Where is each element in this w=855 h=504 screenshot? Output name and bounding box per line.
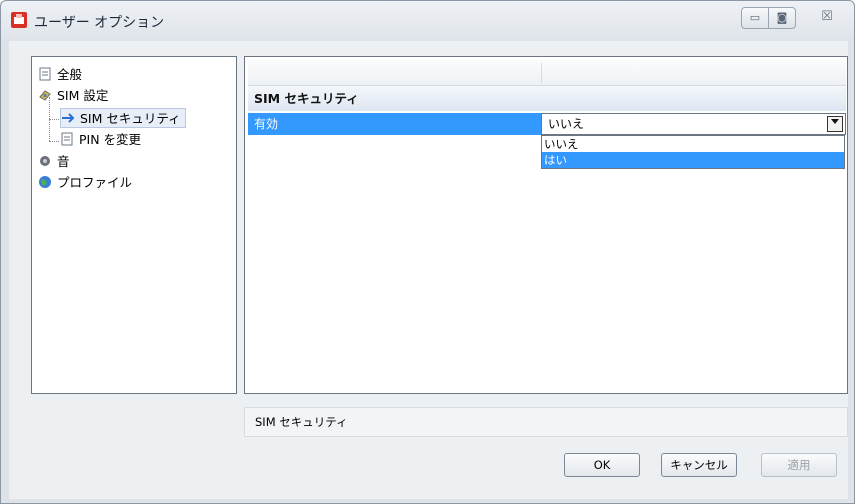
section-header: SIM セキュリティ (248, 86, 846, 111)
title-bar[interactable]: ユーザー オプション ▭ ◙ ☒ (1, 1, 854, 41)
tree-item-label: SIM セキュリティ (80, 111, 181, 126)
tree-item-label: PIN を変更 (79, 132, 142, 147)
column-separator (541, 63, 542, 83)
dropdown-list: いいえ はい (541, 135, 845, 169)
property-value-combobox[interactable]: いいえ (541, 113, 846, 135)
sound-icon (40, 156, 50, 166)
close-button[interactable]: ☒ (807, 7, 847, 29)
tree-item-profile[interactable]: プロファイル (38, 173, 132, 193)
tree-item-sim-settings[interactable]: SIM 設定 (38, 86, 108, 106)
dropdown-option-no[interactable]: いいえ (542, 136, 844, 152)
property-name[interactable]: 有効 (248, 113, 541, 135)
dropdown-option-yes[interactable]: はい (542, 152, 844, 168)
combobox-value: いいえ (548, 117, 585, 131)
window-title: ユーザー オプション (34, 15, 165, 31)
tree-item-general[interactable]: 全般 (38, 65, 82, 85)
tree-connector (49, 119, 59, 120)
arrow-right-icon (62, 113, 75, 123)
sim-card-icon (39, 90, 51, 101)
maximize-button[interactable]: ◙ (768, 7, 796, 29)
document-icon (39, 67, 51, 81)
description-area: SIM セキュリティ (244, 407, 848, 437)
profile-globe-icon (39, 176, 51, 188)
tree-item-label: SIM 設定 (57, 88, 109, 103)
dialog-client-area: 全般 SIM 設定 SIM セキュリティ PIN を変更 音 プロファイル SI… (9, 41, 848, 499)
tree-item-label: 音 (57, 154, 70, 169)
app-icon (11, 12, 27, 28)
minimize-button[interactable]: ▭ (741, 7, 769, 29)
property-grid-header (248, 60, 846, 86)
document-icon (61, 132, 73, 146)
cancel-button[interactable]: キャンセル (661, 453, 737, 477)
tree-item-label: 全般 (57, 67, 83, 82)
dropdown-button[interactable] (827, 116, 843, 132)
tree-item-sim-security[interactable]: SIM セキュリティ (60, 108, 186, 128)
tree-item-change-pin[interactable]: PIN を変更 (60, 130, 141, 150)
apply-button[interactable]: 適用 (761, 453, 837, 477)
user-options-window: ユーザー オプション ▭ ◙ ☒ 全般 SIM 設定 SIM セキュリティ PI… (0, 0, 855, 504)
property-panel: SIM セキュリティ 有効 いいえ いいえ はい (244, 56, 848, 394)
tree-connector (49, 141, 59, 142)
ok-button[interactable]: OK (564, 453, 640, 477)
options-tree: 全般 SIM 設定 SIM セキュリティ PIN を変更 音 プロファイル (31, 56, 237, 394)
property-row-enabled[interactable]: 有効 いいえ (248, 113, 846, 135)
tree-item-sound[interactable]: 音 (38, 152, 70, 172)
tree-item-label: プロファイル (57, 175, 133, 190)
chevron-down-icon (831, 119, 839, 124)
